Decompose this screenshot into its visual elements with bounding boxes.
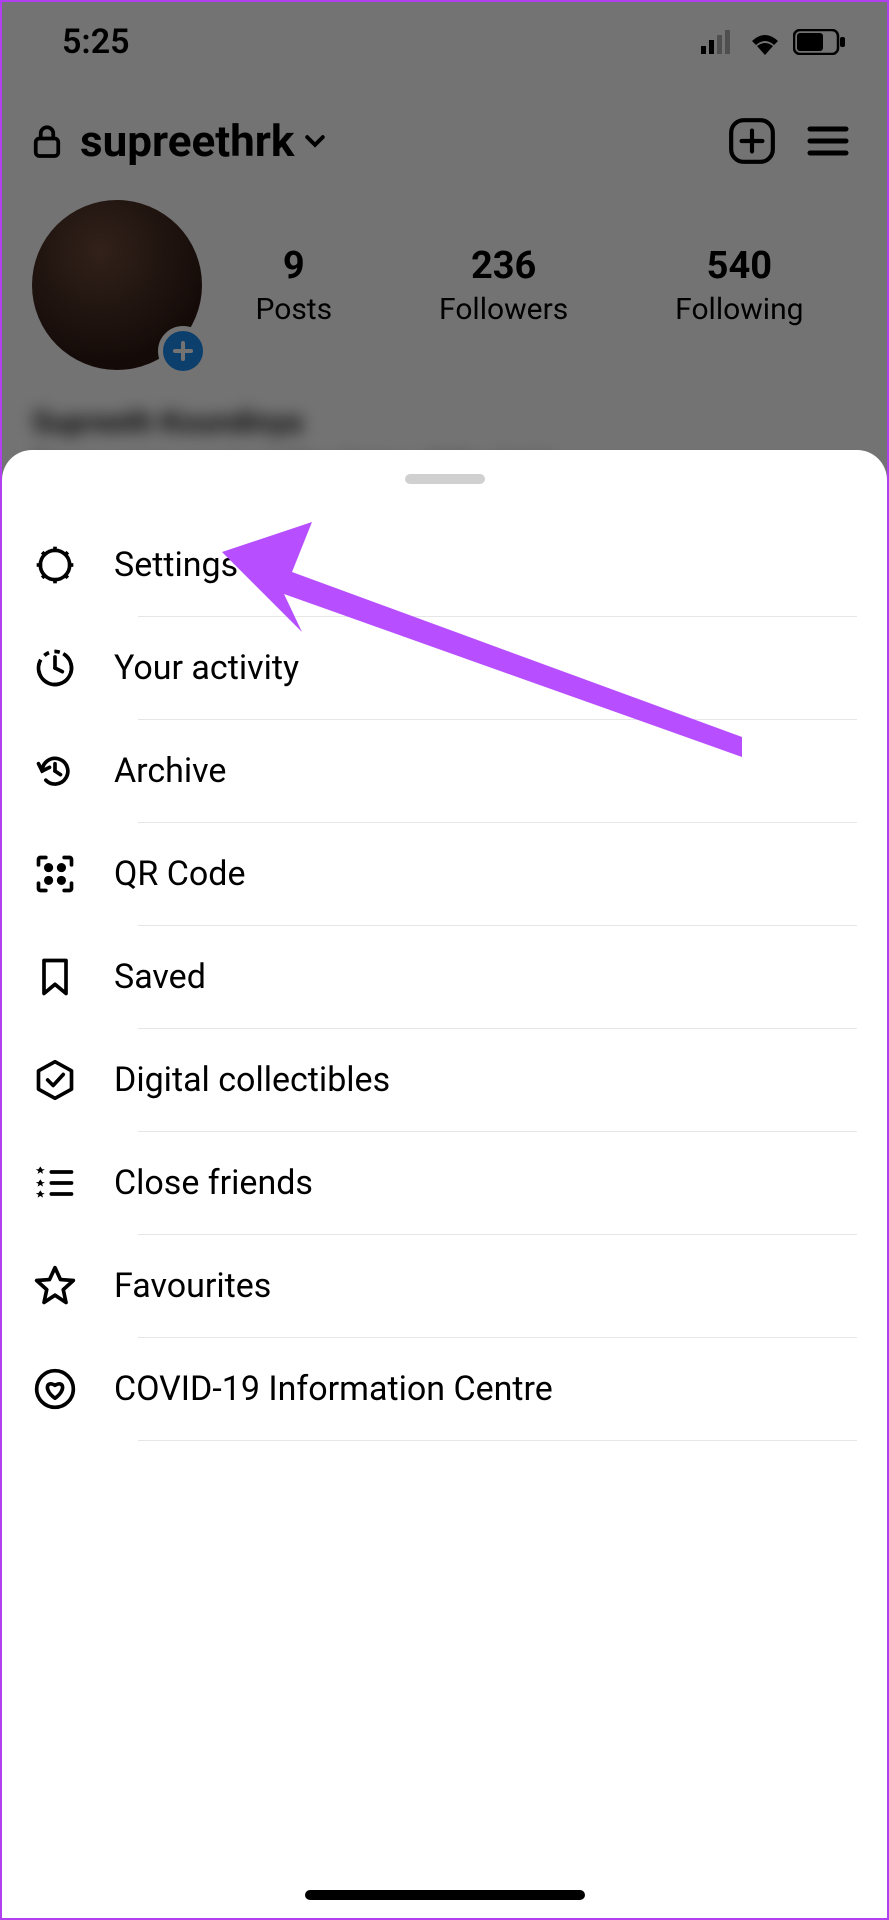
bio-name: Supreeth Koundinya — [32, 400, 857, 445]
menu-list: Settings Your activity Archive QR Code — [2, 514, 887, 1441]
menu-item-settings[interactable]: Settings — [32, 514, 857, 616]
menu-item-your-activity[interactable]: Your activity — [32, 617, 857, 719]
following-label: Following — [675, 292, 803, 327]
profile-header: supreethrk — [2, 72, 887, 180]
home-indicator[interactable] — [305, 1890, 585, 1900]
sheet-grabber[interactable] — [405, 474, 485, 484]
wifi-icon — [747, 29, 783, 55]
menu-button[interactable] — [799, 112, 857, 170]
menu-item-archive[interactable]: Archive — [32, 720, 857, 822]
menu-label: COVID-19 Information Centre — [114, 1369, 553, 1409]
qr-code-icon — [32, 851, 78, 897]
status-indicators — [701, 29, 847, 55]
followers-count: 236 — [439, 244, 568, 288]
menu-label: Archive — [114, 751, 226, 791]
lock-icon — [32, 123, 62, 159]
plus-icon — [171, 339, 195, 363]
profile-stats-row: 9 Posts 236 Followers 540 Following — [2, 180, 887, 380]
hamburger-icon — [804, 121, 852, 161]
stat-posts[interactable]: 9 Posts — [255, 244, 332, 327]
menu-item-close-friends[interactable]: Close friends — [32, 1132, 857, 1234]
menu-label: Saved — [114, 957, 206, 997]
signal-icon — [701, 30, 737, 54]
clock-activity-icon — [32, 645, 78, 691]
username[interactable]: supreethrk — [80, 115, 328, 167]
menu-item-saved[interactable]: Saved — [32, 926, 857, 1028]
followers-label: Followers — [439, 292, 568, 327]
posts-count: 9 — [255, 244, 332, 288]
menu-label: QR Code — [114, 854, 246, 894]
menu-label: Settings — [114, 545, 238, 585]
posts-label: Posts — [255, 292, 332, 327]
menu-sheet: Settings Your activity Archive QR Code — [2, 450, 887, 1918]
battery-icon — [793, 29, 847, 55]
close-friends-icon — [32, 1160, 78, 1206]
following-count: 540 — [675, 244, 803, 288]
menu-item-qr-code[interactable]: QR Code — [32, 823, 857, 925]
status-time: 5:25 — [62, 22, 130, 62]
stat-following[interactable]: 540 Following — [675, 244, 803, 327]
add-story-button[interactable] — [158, 326, 208, 376]
hexagon-check-icon — [32, 1057, 78, 1103]
menu-item-covid-info[interactable]: COVID-19 Information Centre — [32, 1338, 857, 1440]
star-icon — [32, 1263, 78, 1309]
chevron-down-icon — [302, 128, 328, 154]
menu-label: Favourites — [114, 1266, 271, 1306]
menu-label: Close friends — [114, 1163, 313, 1203]
plus-square-icon — [727, 116, 777, 166]
status-bar: 5:25 — [2, 2, 887, 72]
username-text: supreethrk — [80, 115, 294, 167]
history-icon — [32, 748, 78, 794]
avatar[interactable] — [32, 200, 202, 370]
menu-item-favourites[interactable]: Favourites — [32, 1235, 857, 1337]
heart-badge-icon — [32, 1366, 78, 1412]
stat-followers[interactable]: 236 Followers — [439, 244, 568, 327]
bookmark-icon — [32, 954, 78, 1000]
menu-label: Your activity — [114, 648, 299, 688]
gear-icon — [32, 542, 78, 588]
create-button[interactable] — [723, 112, 781, 170]
menu-label: Digital collectibles — [114, 1060, 390, 1100]
menu-item-digital-collectibles[interactable]: Digital collectibles — [32, 1029, 857, 1131]
divider — [138, 1440, 857, 1441]
